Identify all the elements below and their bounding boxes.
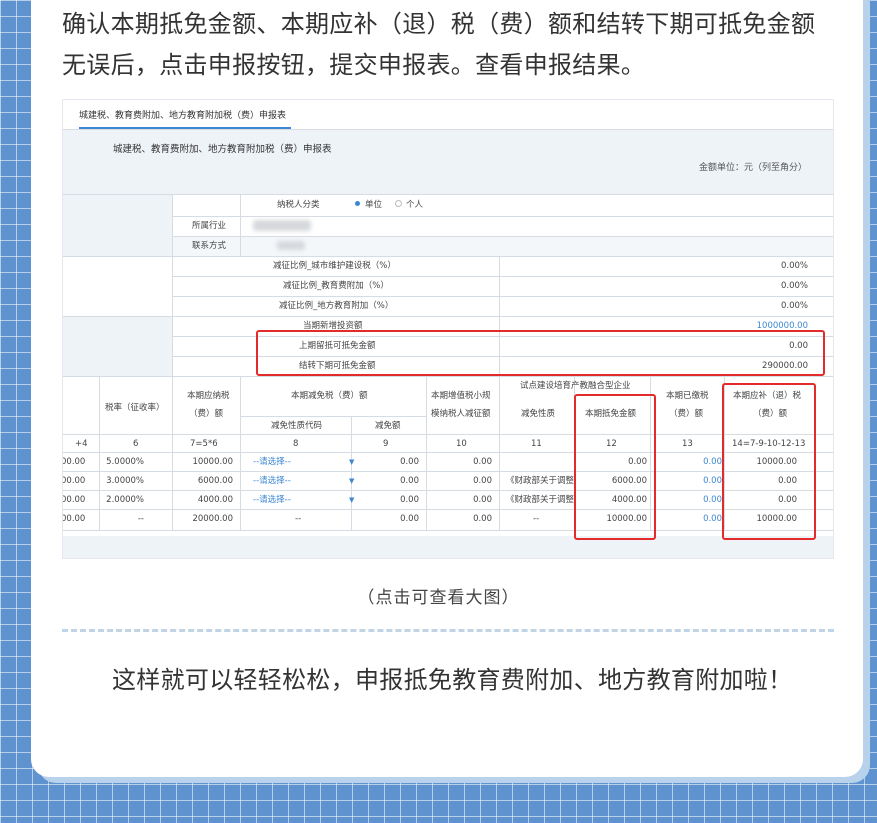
col-number: 9: [383, 439, 389, 449]
table-cell-rate: --: [137, 514, 144, 524]
amount-unit: 金额单位：元（列至角分）: [698, 163, 807, 173]
table-cell-payable: 6000.00: [197, 476, 233, 486]
table-cell-amt: 0.00: [400, 457, 419, 467]
tab-declaration-form[interactable]: 城建税、教育费附加、地方教育附加税（费）申报表: [79, 108, 286, 121]
radio-unchecked-icon: [395, 200, 402, 207]
table-cell-c0: 00.00: [62, 514, 86, 524]
highlight-credit-column: [574, 394, 656, 540]
tab-bar: 城建税、教育费附加、地方教育附加税（费）申报表: [63, 100, 833, 130]
col-number: 11: [531, 439, 542, 449]
highlight-credit-box: [256, 330, 825, 376]
table-cell-paid[interactable]: 0.00: [703, 456, 722, 468]
reduce-label-2: 减征比例_教育费附加（%）: [283, 281, 389, 291]
table-cell-rate: 5.0000%: [106, 457, 144, 467]
table-cell-nature: --: [533, 514, 540, 524]
col-small-scale-header-2: 模纳税人减征额: [431, 409, 491, 419]
table-cell-small: 0.00: [473, 476, 492, 486]
col-reduce-code-header: 减免性质代码: [271, 421, 323, 431]
taxpayer-radio-unit[interactable]: 单位: [355, 199, 382, 211]
table-cell-small: 0.00: [473, 514, 492, 524]
col-small-scale-header-1: 本期增值税小规: [431, 391, 491, 401]
col-payable-header-2: （费）额: [189, 409, 224, 419]
table-cell-amt: 0.00: [400, 476, 419, 486]
radio-unit-label: 单位: [365, 200, 383, 210]
table-cell-amt: 0.00: [400, 514, 419, 524]
screenshot-image[interactable]: 城建税、教育费附加、地方教育附加税（费）申报表 城建税、教育费附加、地方教育附加…: [62, 99, 834, 559]
closing-paragraph: 这样就可以轻轻松松，申报抵免教育费附加、地方教育附加啦！: [112, 666, 793, 694]
col-paid-header-2: （费）额: [669, 409, 704, 419]
reduce-value-1: 0.00%: [780, 261, 808, 271]
col-number: +4: [75, 439, 88, 449]
table-cell-code: --: [295, 514, 302, 524]
redacted-contact: [277, 241, 305, 250]
radio-individual-label: 个人: [406, 200, 424, 210]
reduce-value-2: 0.00%: [780, 281, 808, 291]
table-cell-rate: 2.0000%: [106, 495, 144, 505]
redacted-industry: [253, 220, 311, 231]
reduce-code-value: --请选择--: [253, 476, 291, 486]
col-number: 8: [293, 439, 299, 449]
highlight-refund-column: [722, 383, 816, 540]
reduce-code-select[interactable]: --请选择-- ▼: [253, 475, 357, 487]
col-reduce-amount-header: 减免额: [375, 421, 401, 431]
taxpayer-type-label: 纳税人分类: [277, 200, 320, 210]
radio-checked-icon: [355, 201, 360, 206]
reduce-code-value: --请选择--: [253, 495, 291, 505]
dropdown-arrow-icon: ▼: [349, 458, 355, 466]
col-tax-rate-header: 税率（征收率）: [105, 403, 165, 413]
reduce-label-3: 减征比例_地方教育附加（%）: [279, 301, 394, 311]
col-number: 6: [133, 439, 139, 449]
table-cell-small: 0.00: [473, 495, 492, 505]
col-number: 13: [682, 439, 693, 449]
industry-label: 所属行业: [192, 221, 227, 231]
table-cell-amt: 0.00: [400, 495, 419, 505]
taxpayer-radio-individual[interactable]: 个人: [395, 199, 423, 211]
col-pilot-header: 试点建设培育产教融合型企业: [520, 381, 631, 391]
reduce-code-select[interactable]: --请选择-- ▼: [253, 494, 357, 506]
dropdown-arrow-icon: ▼: [349, 477, 355, 485]
col-reduction-header: 本期减免税（费）额: [291, 391, 368, 401]
tab-active-indicator: [79, 127, 291, 129]
reduce-label-1: 减征比例_城市维护建设税（%）: [273, 261, 396, 271]
col-payable-header-1: 本期应纳税: [187, 391, 230, 401]
view-large-caption[interactable]: （点击可查看大图）: [0, 583, 877, 608]
intro-paragraph: 确认本期抵免金额、本期应补（退）税（费）额和结转下期可抵免金额无误后，点击申报按…: [62, 10, 816, 79]
reduce-value-3: 0.00%: [780, 301, 808, 311]
table-cell-c0: 00.00: [62, 476, 86, 486]
col-paid-header-1: 本期已缴税: [666, 391, 709, 401]
table-cell-paid[interactable]: 0.00: [703, 475, 722, 487]
contact-label: 联系方式: [192, 241, 227, 251]
table-cell-c0: 00.00: [62, 457, 86, 467]
reduce-code-value: --请选择--: [253, 457, 291, 467]
col-number: 10: [456, 439, 467, 449]
dropdown-arrow-icon: ▼: [349, 496, 355, 504]
form-title: 城建税、教育费附加、地方教育附加税（费）申报表: [113, 144, 332, 155]
col-reduce-nature-header: 减免性质: [521, 409, 556, 419]
table-cell-nature: 《财政部关于调整: [506, 476, 575, 486]
reduce-code-select[interactable]: --请选择-- ▼: [253, 456, 357, 468]
table-cell-small: 0.00: [473, 457, 492, 467]
table-cell-payable: 10000.00: [192, 457, 233, 467]
table-cell-nature: 《财政部关于调整: [506, 495, 575, 505]
table-cell-rate: 3.0000%: [106, 476, 144, 486]
table-cell-payable: 4000.00: [197, 495, 233, 505]
col-number: 7=5*6: [190, 439, 218, 449]
table-cell-paid[interactable]: 0.00: [703, 513, 722, 525]
table-cell-payable: 20000.00: [192, 514, 233, 524]
dashed-divider: [62, 629, 834, 632]
table-cell-c0: 00.00: [62, 495, 86, 505]
table-cell-paid[interactable]: 0.00: [703, 494, 722, 506]
